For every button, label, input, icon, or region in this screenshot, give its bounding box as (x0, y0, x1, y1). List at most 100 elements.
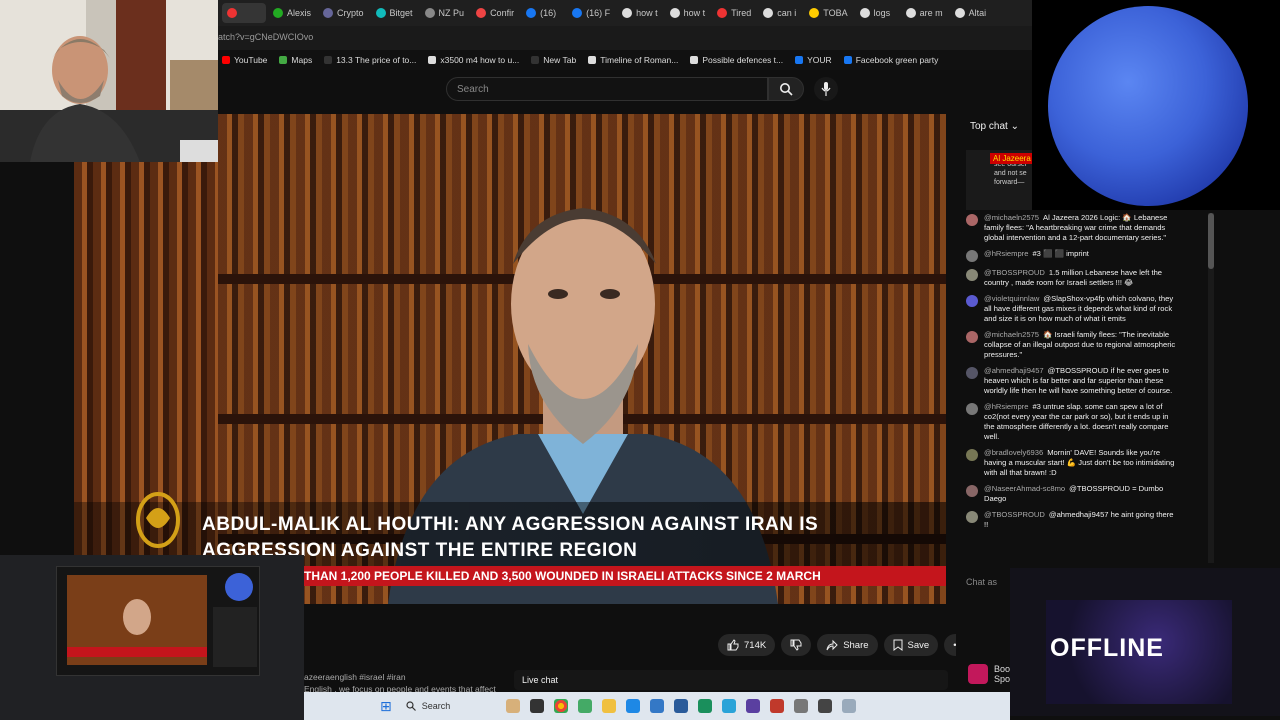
browser-tab[interactable]: logs (855, 3, 899, 23)
microphone-icon (821, 82, 831, 96)
browser-tab[interactable]: are m (901, 3, 948, 23)
obs-icon[interactable] (817, 699, 832, 713)
chat-message[interactable]: @hRsiempre #3 ⬛ ⬛ imprint (966, 249, 1178, 262)
dislike-button[interactable] (781, 634, 812, 656)
tab-favicon-icon (526, 8, 537, 18)
chat-author[interactable]: @bradlovely6936 (984, 448, 1043, 457)
browser-tab[interactable] (222, 3, 266, 23)
search-button[interactable] (768, 77, 804, 101)
bookmark-item[interactable]: x3500 m4 how to u... (428, 55, 519, 65)
bookmark-favicon-icon (222, 56, 230, 64)
tab-favicon-icon (572, 8, 583, 18)
bookmark-item[interactable]: Facebook green party (843, 55, 939, 65)
bookmark-label: Possible defences t... (702, 55, 784, 65)
chat-author[interactable]: @hRsiempre (984, 249, 1028, 258)
avatar (966, 250, 978, 262)
chat-message[interactable]: @bradlovely6936 Mornin' DAVE! Sounds like… (966, 448, 1178, 478)
taskbar-search[interactable]: Search (402, 697, 496, 715)
browser-tab[interactable]: (16) (521, 3, 565, 23)
bookmark-item[interactable]: YouTube (222, 55, 267, 65)
settings-icon[interactable] (793, 699, 808, 713)
chat-author[interactable]: @michaeln2575 (984, 330, 1039, 339)
chat-scroll-thumb[interactable] (1208, 213, 1214, 269)
taskbar-search-label: Search (421, 701, 451, 711)
chat-message[interactable]: @michaeln2575 Al Jazeera 2026 Logic: 🏠 Le… (966, 213, 1178, 243)
taskbar-app-icon[interactable] (577, 699, 592, 713)
browser-tab[interactable]: NZ Pu (420, 3, 470, 23)
bookmark-item[interactable]: Possible defences t... (690, 55, 783, 65)
chat-author[interactable]: @TBOSSPROUD (984, 268, 1045, 277)
bookmark-label: Maps (291, 55, 313, 65)
chat-message[interactable]: @hRsiempre #3 untrue slap. some can spew … (966, 402, 1178, 442)
chat-message[interactable]: @violetquinnlaw @SlapShox-vp4fp which col… (966, 294, 1178, 324)
tab-label: (16) (540, 8, 557, 18)
browser-tab[interactable]: Tired (712, 3, 756, 23)
chat-message-body: @hRsiempre #3 untrue slap. some can spew … (984, 402, 1178, 442)
taskbar-app-icon[interactable] (841, 699, 856, 713)
chat-author[interactable]: @hRsiempre (984, 402, 1028, 411)
bookmark-item[interactable]: 13.3 The price of to... (324, 55, 416, 65)
browser-tab[interactable]: can i (758, 3, 802, 23)
browser-tab[interactable]: how t (617, 3, 663, 23)
bookmark-label: New Tab (543, 55, 577, 65)
chat-message-body: @michaeln2575 🏠 Israeli family flees: "Th… (984, 330, 1178, 360)
voice-search-button[interactable] (814, 77, 838, 101)
file-explorer-icon[interactable] (601, 699, 616, 713)
browser-tab[interactable]: Alexis (268, 3, 316, 23)
windows-start-icon[interactable]: ⊞ (380, 698, 392, 715)
browser-tab[interactable]: Bitget (371, 3, 418, 23)
chat-author[interactable]: @violetquinnlaw (984, 294, 1039, 303)
bookmark-label: Facebook green party (855, 55, 939, 65)
tab-favicon-icon (375, 8, 386, 18)
tab-label: Altai (968, 8, 987, 18)
address-bar[interactable]: atch?v=gCNeDWCIOvo (218, 26, 1032, 50)
browser-tab[interactable]: (16) F (567, 3, 615, 23)
browser-tab[interactable]: Altai (950, 3, 994, 23)
chat-message-body: @NaseerAhmad-sc8mo @TBOSSPROUD = Dumbo Da… (984, 484, 1178, 504)
chrome-icon[interactable] (553, 699, 568, 713)
taskbar-app-icon[interactable] (649, 699, 664, 713)
news-ticker: THAN 1,200 PEOPLE KILLED AND 3,500 WOUND… (304, 566, 946, 586)
chat-author[interactable]: @NaseerAhmad-sc8mo (984, 484, 1065, 493)
chat-author[interactable]: @ahmedhaji9457 (984, 366, 1044, 375)
browser-tab[interactable]: TOBA (804, 3, 852, 23)
share-button[interactable]: Share (817, 634, 878, 656)
taskbar-app-icon[interactable] (745, 699, 760, 713)
chat-author[interactable]: @TBOSSPROUD (984, 510, 1045, 519)
tab-favicon-icon (476, 8, 487, 18)
tab-favicon-icon (809, 8, 820, 18)
chat-author[interactable]: @michaeln2575 (984, 213, 1039, 222)
taskbar-task-view-icon[interactable] (529, 699, 544, 713)
avatar (966, 331, 978, 343)
like-button[interactable]: 714K (718, 634, 776, 656)
share-label: Share (843, 639, 869, 651)
browser-tab[interactable]: how t (665, 3, 711, 23)
taskbar-app-icon[interactable] (697, 699, 712, 713)
bookmark-item[interactable]: YOUR (795, 55, 832, 65)
taskbar-app-icon[interactable] (505, 699, 520, 713)
save-button[interactable]: Save (883, 634, 939, 656)
thumbs-up-icon (727, 639, 739, 651)
browser-tab[interactable]: Crypto (318, 3, 369, 23)
live-chat-tab[interactable]: Live chat (514, 670, 948, 690)
bookmark-item[interactable]: Maps (279, 55, 312, 65)
telegram-icon[interactable] (721, 699, 736, 713)
address-text[interactable]: atch?v=gCNeDWCIOvo (218, 32, 313, 42)
bookmark-item[interactable]: New Tab (531, 55, 576, 65)
bookmark-item[interactable]: Timeline of Roman... (588, 55, 678, 65)
tab-label: NZ Pu (438, 8, 465, 18)
bookmark-label: YouTube (234, 55, 268, 65)
browser-tab[interactable]: Confir (471, 3, 519, 23)
top-chat-dropdown[interactable]: Top chat ⌄ (970, 121, 1019, 132)
chat-input-placeholder: Chat as (966, 577, 998, 587)
chat-message[interactable]: @ahmedhaji9457 @TBOSSPROUD if he ever goe… (966, 366, 1178, 396)
taskbar-app-icon[interactable] (673, 699, 688, 713)
edge-icon[interactable] (625, 699, 640, 713)
chat-message[interactable]: @michaeln2575 🏠 Israeli family flees: "Th… (966, 330, 1178, 360)
chat-message[interactable]: @TBOSSPROUD 1.5 million Lebanese have lef… (966, 268, 1178, 288)
taskbar-app-icon[interactable] (769, 699, 784, 713)
chat-message-body: @TBOSSPROUD @ahmedhaji9457 he aint going … (984, 510, 1178, 530)
chat-message[interactable]: @TBOSSPROUD @ahmedhaji9457 he aint going … (966, 510, 1178, 530)
chat-message[interactable]: @NaseerAhmad-sc8mo @TBOSSPROUD = Dumbo Da… (966, 484, 1178, 504)
search-input[interactable]: Search (446, 77, 768, 101)
